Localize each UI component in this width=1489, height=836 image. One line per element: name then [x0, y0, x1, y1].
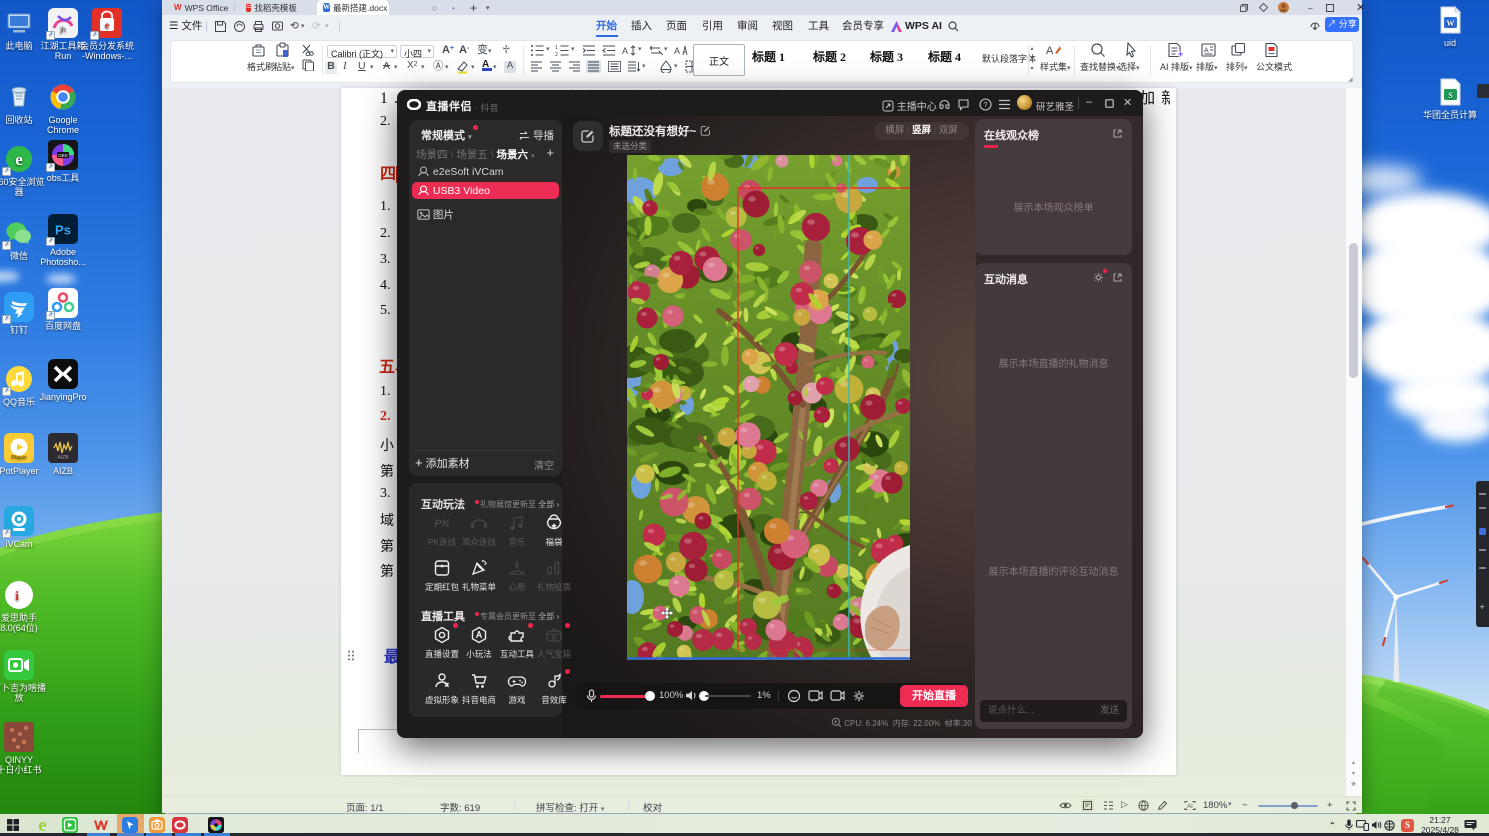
svg-text:jh: jh	[59, 27, 66, 34]
svg-text:?: ?	[983, 100, 987, 109]
svg-text:AIZB: AIZB	[57, 455, 69, 461]
svg-text:AI: AI	[1187, 804, 1193, 810]
svg-text:e: e	[38, 816, 46, 834]
svg-text:e: e	[105, 21, 110, 32]
svg-text:A: A	[1046, 45, 1054, 57]
svg-text:PK: PK	[434, 518, 450, 530]
svg-text:S: S	[1448, 91, 1453, 100]
svg-text:e: e	[15, 150, 23, 169]
svg-text:OBS: OBS	[58, 153, 68, 158]
svg-text:A: A	[674, 46, 680, 56]
svg-text:2: 2	[555, 52, 558, 57]
svg-text:Ps: Ps	[55, 223, 71, 238]
svg-text:A: A	[622, 46, 628, 56]
svg-text:A: A	[1204, 48, 1209, 55]
svg-text:i: i	[15, 588, 19, 603]
svg-text:1: 1	[555, 45, 558, 51]
svg-text:Player: Player	[11, 455, 27, 461]
svg-text:W: W	[1447, 19, 1455, 28]
